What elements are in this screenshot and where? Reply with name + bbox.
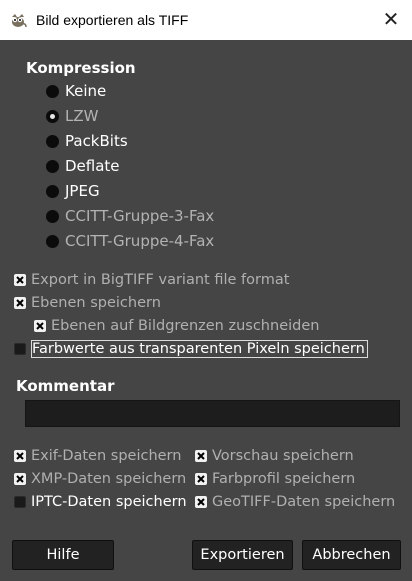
export-button[interactable]: Exportieren [192, 540, 293, 570]
radio-button[interactable] [46, 234, 59, 248]
crop-layers-option[interactable]: Ebenen auf Bildgrenzen zuschneiden [34, 315, 319, 337]
check-mark-icon [197, 475, 205, 483]
checkbox-label: Ebenen auf Bildgrenzen zuschneiden [51, 318, 320, 334]
window-title: Bild exportieren als TIFF [36, 12, 189, 28]
checkbox-label: Farbprofil speichern [212, 471, 356, 487]
radio-label: CCITT-Gruppe-4-Fax [65, 232, 215, 250]
radio-jpeg[interactable]: JPEG [46, 180, 100, 202]
comment-heading: Kommentar [16, 377, 115, 395]
checkbox-geotiff[interactable] [195, 496, 207, 508]
close-icon: ✕ [382, 9, 400, 31]
checkbox-label: Export in BigTIFF variant file format [31, 272, 290, 288]
checkbox-label: Exif-Daten speichern [31, 448, 182, 464]
radio-label: Keine [65, 82, 107, 100]
checkbox-exif[interactable] [14, 450, 26, 462]
radio-lzw[interactable]: LZW [46, 105, 98, 127]
title-bar: Bild exportieren als TIFF ✕ [0, 0, 412, 40]
check-mark-icon [16, 475, 24, 483]
preview-option[interactable]: Vorschau speichern [195, 445, 354, 467]
checkbox-label: Farbwerte aus transparenten Pixeln speic… [31, 340, 368, 358]
xmp-option[interactable]: XMP-Daten speichern [14, 468, 186, 490]
radio-packbits[interactable]: PackBits [46, 130, 128, 152]
checkbox-color-profile[interactable] [195, 473, 207, 485]
radio-label: JPEG [65, 182, 100, 200]
cancel-button[interactable]: Abbrechen [302, 540, 401, 570]
radio-label: Deflate [65, 157, 120, 175]
checkbox-label: Vorschau speichern [212, 448, 354, 464]
radio-button[interactable] [46, 209, 59, 223]
checkbox-save-color-values[interactable] [14, 343, 26, 355]
check-mark-icon [16, 299, 24, 307]
radio-label: PackBits [65, 132, 128, 150]
gimp-icon [9, 11, 27, 29]
exif-option[interactable]: Exif-Daten speichern [14, 445, 181, 467]
checkbox-xmp[interactable] [14, 473, 26, 485]
comment-input[interactable] [25, 400, 400, 427]
dialog-content: Kompression Keine LZW PackBits Deflate J… [0, 40, 412, 581]
check-mark-icon [197, 452, 205, 460]
geotiff-option[interactable]: GeoTIFF-Daten speichern [195, 491, 395, 513]
check-mark-icon [16, 276, 24, 284]
save-color-values-option[interactable]: Farbwerte aus transparenten Pixeln speic… [14, 338, 368, 360]
check-mark-icon [197, 498, 205, 506]
compression-heading: Kompression [26, 59, 136, 77]
radio-label: CCITT-Gruppe-3-Fax [65, 207, 215, 225]
check-mark-icon [16, 452, 24, 460]
radio-ccitt-4[interactable]: CCITT-Gruppe-4-Fax [46, 230, 214, 252]
color-profile-option[interactable]: Farbprofil speichern [195, 468, 355, 490]
check-mark-icon [36, 322, 44, 330]
save-layers-option[interactable]: Ebenen speichern [14, 292, 161, 314]
checkbox-label: XMP-Daten speichern [31, 471, 187, 487]
radio-label: LZW [65, 107, 99, 125]
checkbox-label: Ebenen speichern [31, 295, 161, 311]
radio-button[interactable] [46, 159, 59, 173]
checkbox-save-layers[interactable] [14, 297, 26, 309]
bigtiff-option[interactable]: Export in BigTIFF variant file format [14, 269, 289, 291]
radio-button[interactable] [46, 84, 59, 98]
radio-button[interactable] [46, 109, 59, 123]
checkbox-label: GeoTIFF-Daten speichern [212, 494, 396, 510]
radio-none[interactable]: Keine [46, 80, 106, 102]
radio-button[interactable] [46, 184, 59, 198]
radio-ccitt-3[interactable]: CCITT-Gruppe-3-Fax [46, 205, 214, 227]
checkbox-bigtiff[interactable] [14, 274, 26, 286]
radio-button[interactable] [46, 134, 59, 148]
close-button[interactable]: ✕ [378, 7, 404, 33]
iptc-option[interactable]: IPTC-Daten speichern [14, 491, 187, 513]
radio-deflate[interactable]: Deflate [46, 155, 120, 177]
checkbox-iptc[interactable] [14, 496, 26, 508]
checkbox-preview[interactable] [195, 450, 207, 462]
help-button[interactable]: Hilfe [12, 540, 114, 570]
checkbox-label: IPTC-Daten speichern [31, 494, 187, 510]
checkbox-crop-layers[interactable] [34, 320, 46, 332]
